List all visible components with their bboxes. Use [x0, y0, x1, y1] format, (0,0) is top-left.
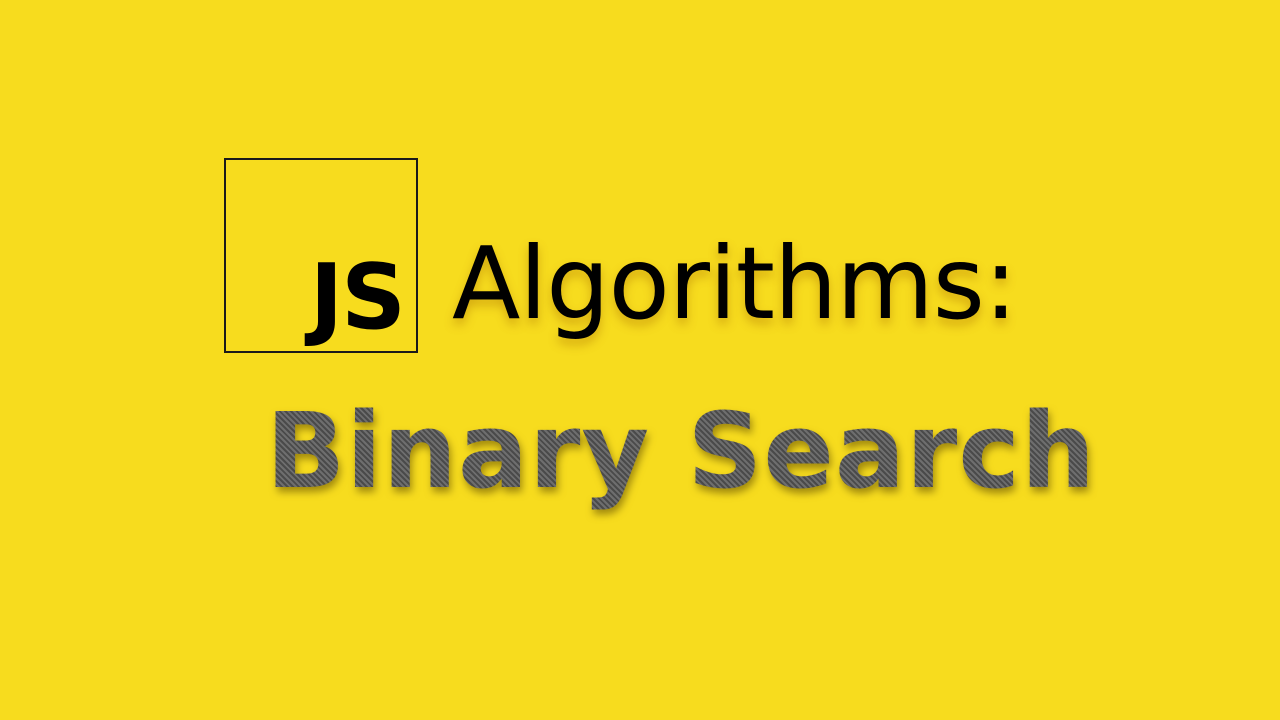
title-slide: JS Algorithms: Binary Search	[0, 0, 1280, 720]
slide-title: Algorithms:	[452, 225, 1018, 342]
js-logo: JS	[224, 158, 418, 353]
slide-subtitle: Binary Search	[266, 390, 1097, 512]
js-logo-text: JS	[309, 245, 406, 350]
